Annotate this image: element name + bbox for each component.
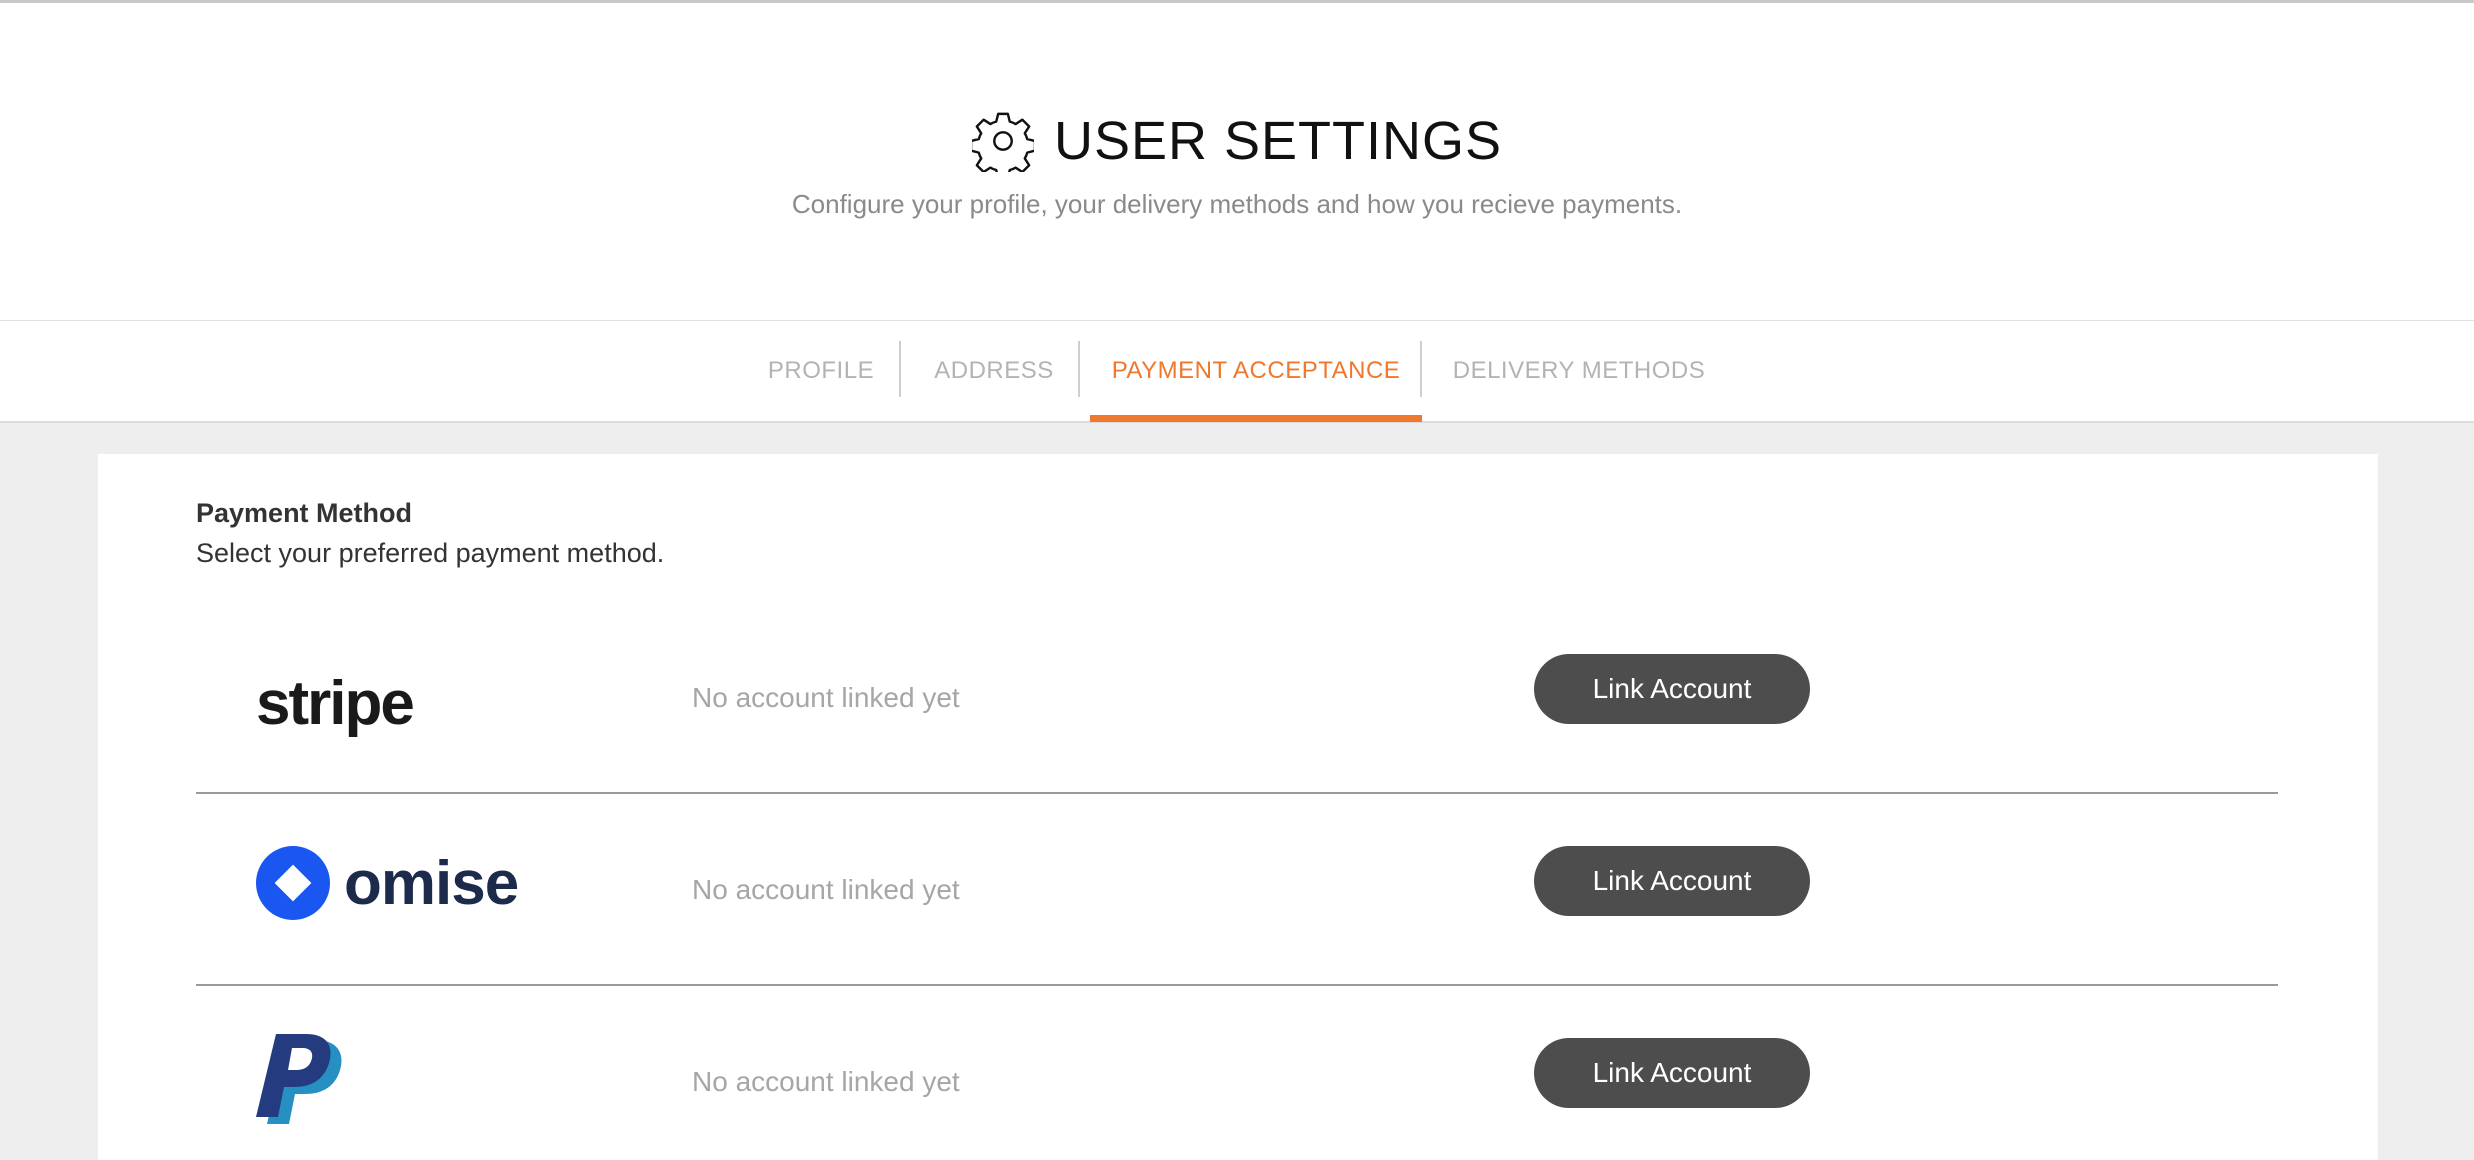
section-description: Select your preferred payment method. [196,538,665,568]
stripe-status: No account linked yet [692,682,960,713]
page-title: USER SETTINGS [1053,111,1503,171]
row-divider [196,984,2278,986]
row-divider [196,792,2278,794]
omise-icon [256,846,330,920]
omise-status: No account linked yet [692,874,960,905]
gear-icon [971,112,1034,172]
payment-row-omise: omise No account linked yet Link Account [196,796,2278,986]
omise-link-account-button[interactable]: Link Account [1534,846,1810,916]
payment-row-stripe: stripe No account linked yet Link Accoun… [196,604,2278,794]
tab-delivery-methods[interactable]: DELIVERY METHODS [1444,321,1714,421]
stripe-logo: stripe [256,669,415,738]
paypal-status: No account linked yet [692,1066,960,1097]
tab-address[interactable]: ADDRESS [924,321,1064,421]
page-header: USER SETTINGS Configure your profile, yo… [0,3,2474,321]
stripe-link-account-button[interactable]: Link Account [1534,654,1810,724]
active-tab-indicator [1090,415,1422,422]
tab-separator [1078,341,1080,397]
tab-payment-acceptance[interactable]: PAYMENT ACCEPTANCE [1090,321,1422,421]
page-subtitle: Configure your profile, your delivery me… [791,189,1683,219]
settings-tabs: PROFILE ADDRESS PAYMENT ACCEPTANCE DELIV… [0,321,2474,423]
payment-panel: Payment Method Select your preferred pay… [98,454,2378,1160]
tab-separator [899,341,901,397]
omise-wordmark: omise [344,848,519,918]
paypal-link-account-button[interactable]: Link Account [1534,1038,1810,1108]
payment-row-paypal: No account linked yet Link Account [196,988,2278,1160]
paypal-logo [256,1034,342,1124]
title-row: USER SETTINGS [0,101,2474,181]
tab-separator [1420,341,1422,397]
tab-profile[interactable]: PROFILE [760,321,882,421]
omise-logo: omise [256,846,519,920]
section-title: Payment Method [196,498,413,528]
